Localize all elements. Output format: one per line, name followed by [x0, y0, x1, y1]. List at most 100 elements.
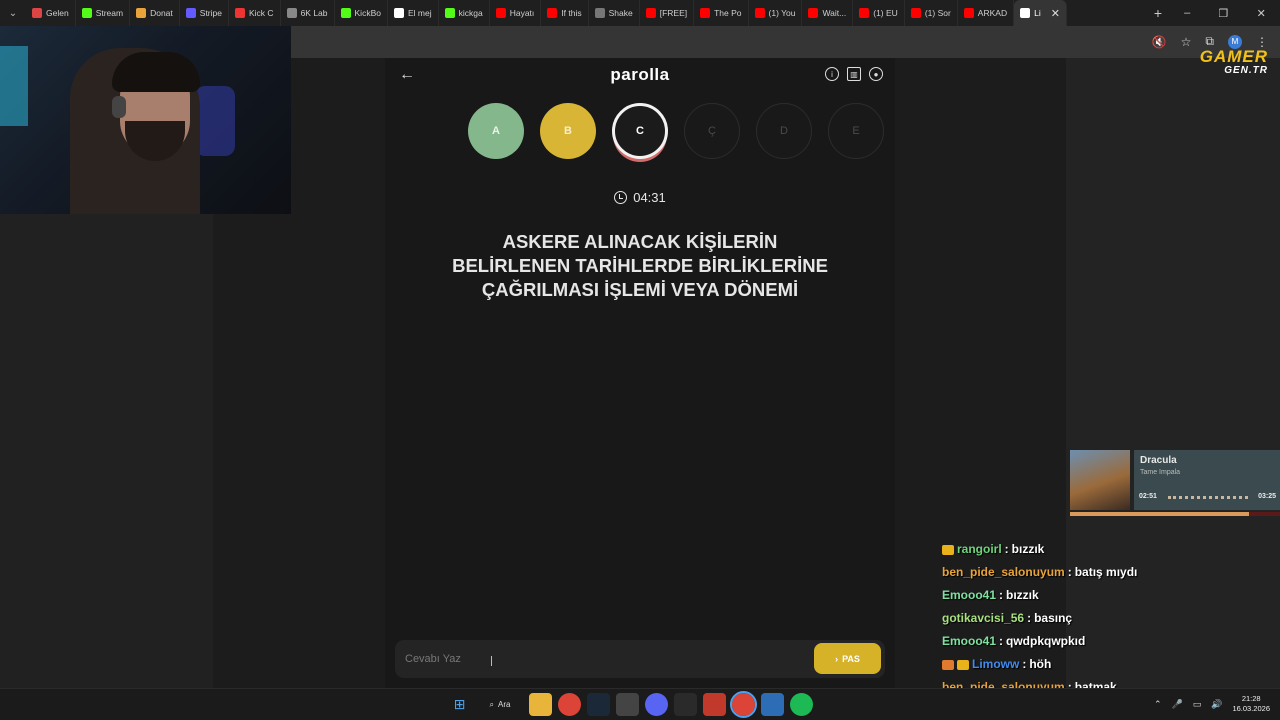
tab-favicon-icon: [594, 8, 605, 18]
mute-tab-icon[interactable]: 🔇: [1152, 35, 1167, 49]
chat-message: gotikavcisi_56: basınç: [942, 607, 1272, 630]
chat-message: Emooo41: qwdpkqwpkıd: [942, 630, 1272, 653]
timer: 04:31: [385, 190, 895, 205]
obs-app-icon[interactable]: [703, 693, 726, 716]
tab-favicon-icon: [963, 8, 974, 18]
stats-icon[interactable]: ▥: [847, 67, 861, 81]
system-date: 16.03.2026: [1232, 704, 1270, 713]
pass-button[interactable]: › PAS: [814, 643, 881, 674]
chat-username[interactable]: Limoww: [972, 655, 1019, 674]
tab-label: Gelen: [46, 8, 69, 18]
system-clock[interactable]: 21:28 16.03.2026: [1232, 694, 1270, 714]
game-logo: parolla: [610, 65, 670, 84]
volume-icon[interactable]: 🔊: [1211, 699, 1222, 710]
epic-games-icon[interactable]: [674, 693, 697, 716]
discord-icon[interactable]: [645, 693, 668, 716]
windows-start-icon[interactable]: ⊞: [448, 693, 471, 716]
minimize-icon[interactable]: –: [1184, 7, 1190, 20]
browser-tab[interactable]: Li ✕: [1014, 0, 1067, 26]
tab-favicon-icon: [754, 8, 765, 18]
tab-label: 6K Lab: [300, 8, 328, 18]
browser-tab[interactable]: 6K Lab: [281, 0, 335, 26]
tray-chevron-icon[interactable]: ⌃: [1154, 699, 1162, 710]
browser-tab[interactable]: Stream: [76, 0, 131, 26]
browser-tab[interactable]: ARKAD: [958, 0, 1015, 26]
spotify-icon[interactable]: [790, 693, 813, 716]
microphone-icon[interactable]: 🎤: [1172, 699, 1183, 710]
browser-tab[interactable]: Gelen: [26, 0, 76, 26]
browser-tab[interactable]: The Po: [694, 0, 749, 26]
tab-favicon-icon: [32, 8, 42, 18]
browser-tab[interactable]: Shake: [589, 0, 640, 26]
track-title: Dracula: [1140, 455, 1177, 466]
letter-bubble: A: [468, 103, 524, 159]
chat-separator: :: [1004, 542, 1009, 556]
chat-username[interactable]: Emooo41: [942, 586, 996, 605]
browser-tab[interactable]: (1) Sor: [905, 0, 958, 26]
restore-icon[interactable]: ❐: [1219, 7, 1229, 20]
tab-close-icon[interactable]: ✕: [1051, 7, 1060, 20]
chat-text: basınç: [1034, 611, 1073, 625]
gamergen-logo: GAMER GEN.TR: [1152, 48, 1268, 76]
brand-top: GAMER: [1199, 47, 1268, 66]
brand-bottom: GEN.TR: [1224, 65, 1268, 76]
browser-tab[interactable]: Kick C: [229, 0, 281, 26]
tab-favicon-icon: [495, 8, 506, 18]
windows-taskbar: ⊞ ⌕ Ara ⌃ 🎤 ▭ 🔊 21:28 16.03.2026: [0, 688, 1280, 720]
browser-tab[interactable]: Stripe: [180, 0, 229, 26]
tab-label: ARKAD: [977, 8, 1008, 18]
tab-favicon-icon: [393, 8, 404, 18]
chat-username[interactable]: ben_pide_salonuyum: [942, 563, 1065, 582]
chat-message: Limoww: höh: [942, 653, 1272, 676]
browser-tab[interactable]: El mej: [388, 0, 439, 26]
letter-bubble: B: [540, 103, 596, 159]
info-icon[interactable]: i: [825, 67, 839, 81]
new-tab-button[interactable]: +: [1146, 5, 1170, 21]
text-cursor-icon: [491, 656, 492, 666]
window-controls: – ❐ ✕: [1170, 7, 1280, 20]
tab-label: Kick C: [249, 8, 274, 18]
browser-tab[interactable]: Donat: [130, 0, 180, 26]
crown-badge-icon: [957, 659, 969, 670]
bookmark-star-icon[interactable]: ☆: [1181, 35, 1192, 49]
tab-favicon-icon: [185, 8, 196, 18]
chat-username[interactable]: gotikavcisi_56: [942, 609, 1024, 628]
header-icons: i ▥ ●: [825, 67, 883, 81]
tab-label: kickga: [458, 8, 483, 18]
taskbar-search[interactable]: ⌕ Ara: [477, 693, 523, 716]
browser-tab[interactable]: (1) You: [749, 0, 803, 26]
file-explorer-icon[interactable]: [529, 693, 552, 716]
account-icon[interactable]: ●: [869, 67, 883, 81]
tab-label: Stream: [95, 8, 124, 18]
answer-input[interactable]: [405, 649, 785, 669]
browser-tab[interactable]: If this: [541, 0, 589, 26]
steam-icon[interactable]: [587, 693, 610, 716]
app-icon[interactable]: [616, 693, 639, 716]
letter-bubble: C: [612, 103, 668, 159]
tab-favicon-icon: [444, 8, 455, 18]
chat-username[interactable]: rangoirl: [957, 540, 1002, 559]
network-app-icon[interactable]: [761, 693, 784, 716]
tab-search-chevron-icon[interactable]: ⌄: [0, 0, 26, 26]
browser-tab[interactable]: Wait...: [802, 0, 854, 26]
network-icon[interactable]: ▭: [1193, 699, 1202, 710]
browser-tab[interactable]: kickga: [439, 0, 490, 26]
track-elapsed: 02:51: [1139, 493, 1157, 500]
tab-favicon-icon: [700, 8, 711, 18]
album-art: [1070, 450, 1130, 510]
webcam-overlay: [0, 26, 291, 214]
question-text: ASKERE ALINACAK KİŞİLERİN BELİRLENEN TAR…: [452, 231, 828, 300]
browser-tab[interactable]: KickBo: [335, 0, 388, 26]
tab-favicon-icon: [286, 8, 297, 18]
browser-tab[interactable]: Hayatı: [490, 0, 542, 26]
browser-tab[interactable]: [FREE]: [640, 0, 695, 26]
chrome-active-icon[interactable]: [730, 691, 757, 718]
browser-tab-strip: ⌄ Gelen Stream Donat Stripe Kick C 6K Lab Kick…: [0, 0, 1280, 26]
track-card: Dracula Tame Impala 02:51 03:25: [1134, 450, 1280, 510]
chrome-icon[interactable]: [558, 693, 581, 716]
chat-username[interactable]: Emooo41: [942, 632, 996, 651]
close-window-icon[interactable]: ✕: [1257, 7, 1266, 20]
browser-tab[interactable]: (1) EU: [853, 0, 905, 26]
tab-favicon-icon: [859, 8, 870, 18]
screen: ⌄ Gelen Stream Donat Stripe Kick C 6K Lab Kick…: [0, 0, 1280, 720]
